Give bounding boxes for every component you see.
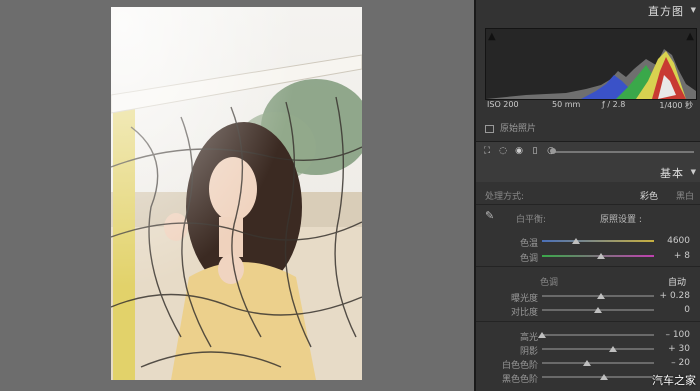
- auto-tone-button[interactable]: 自动: [668, 275, 686, 288]
- crop-icon[interactable]: ⛶: [482, 146, 492, 156]
- temp-thumb[interactable]: [571, 238, 580, 244]
- whites-thumb[interactable]: [582, 360, 591, 366]
- shadow-clip-icon[interactable]: ▲: [488, 31, 496, 42]
- focal-length: 50 mm: [552, 100, 581, 109]
- tint-value[interactable]: + 8: [654, 251, 690, 261]
- temp-track[interactable]: [542, 240, 654, 242]
- photo-preview[interactable]: [111, 7, 362, 380]
- slider-label: 高光: [519, 333, 538, 343]
- spot-removal-icon[interactable]: ◌: [498, 146, 508, 156]
- brush-slider-track[interactable]: [554, 151, 694, 153]
- shadows-thumb[interactable]: [608, 346, 617, 352]
- contrast-value[interactable]: 0: [654, 305, 690, 315]
- slider-label: 对比度: [510, 308, 538, 318]
- divider: [476, 204, 700, 205]
- divider: [476, 266, 700, 267]
- original-photo-toggle[interactable]: 原始照片: [485, 121, 536, 134]
- histogram-title[interactable]: 直方图: [648, 3, 684, 19]
- eyedropper-icon[interactable]: ✎: [485, 209, 494, 222]
- slider-label: 黑色色阶: [501, 375, 538, 385]
- slider-label: 阴影: [519, 347, 538, 357]
- treatment-color[interactable]: 彩色: [640, 189, 658, 202]
- divider: [476, 321, 700, 322]
- collapse-triangle-icon[interactable]: ▼: [691, 168, 696, 176]
- watermark: 汽车之家: [652, 374, 696, 387]
- slider-label: 白色色阶: [501, 361, 538, 371]
- collapse-triangle-icon[interactable]: ▼: [691, 6, 696, 14]
- slider-label: 曝光度: [510, 294, 538, 304]
- basic-title: 基本: [660, 167, 684, 180]
- exposure-thumb[interactable]: [597, 293, 606, 299]
- tint-thumb[interactable]: [597, 253, 606, 259]
- shutter-speed: 1/400 秒: [659, 101, 693, 110]
- wb-label: 白平衡:: [516, 215, 547, 225]
- slider-label: 色调: [519, 254, 538, 264]
- shadows-value[interactable]: + 30: [654, 344, 690, 354]
- shadows-track[interactable]: [542, 348, 654, 350]
- highlight-clip-icon[interactable]: ▲: [686, 31, 694, 42]
- iso-value: ISO 200: [487, 100, 519, 109]
- aperture: ƒ / 2.8: [602, 100, 626, 109]
- slider-label: 色温: [519, 239, 538, 249]
- wb-dropdown[interactable]: 原照设置 :: [600, 212, 642, 225]
- checkbox-icon[interactable]: [485, 124, 494, 133]
- treatment-bw[interactable]: 黑白: [676, 189, 694, 202]
- highlights-track[interactable]: [542, 334, 654, 336]
- graduated-filter-icon[interactable]: ▯: [530, 146, 540, 156]
- histogram-info: ISO 200 50 mm ƒ / 2.8 1/400 秒: [485, 100, 695, 112]
- tone-label: 色调: [540, 278, 559, 288]
- highlights-value[interactable]: – 100: [654, 330, 690, 340]
- basic-section-header[interactable]: 基本 ▼: [476, 162, 700, 182]
- exposure-value[interactable]: + 0.28: [654, 291, 690, 301]
- highlights-thumb[interactable]: [538, 332, 546, 338]
- photo-canvas: [0, 0, 474, 391]
- treatment-label: 处理方式:: [485, 192, 525, 202]
- contrast-thumb[interactable]: [594, 307, 602, 313]
- original-photo-label: 原始照片: [500, 124, 537, 134]
- whites-track[interactable]: [542, 362, 654, 364]
- redeye-icon[interactable]: ◉: [514, 146, 524, 156]
- temp-value[interactable]: 4600: [654, 236, 690, 246]
- histogram: ▲ ▲: [485, 28, 697, 100]
- tool-strip: ⛶ ◌ ◉ ▯ ○: [476, 141, 700, 163]
- blacks-track[interactable]: [542, 376, 654, 378]
- develop-right-panel: 直方图 ▼ ▲ ▲ ISO 200 50 mm ƒ / 2.8 1/400 秒 …: [476, 0, 700, 391]
- brush-slider-knob[interactable]: [550, 148, 556, 154]
- whites-value[interactable]: – 20: [654, 358, 690, 368]
- blacks-thumb[interactable]: [599, 374, 608, 380]
